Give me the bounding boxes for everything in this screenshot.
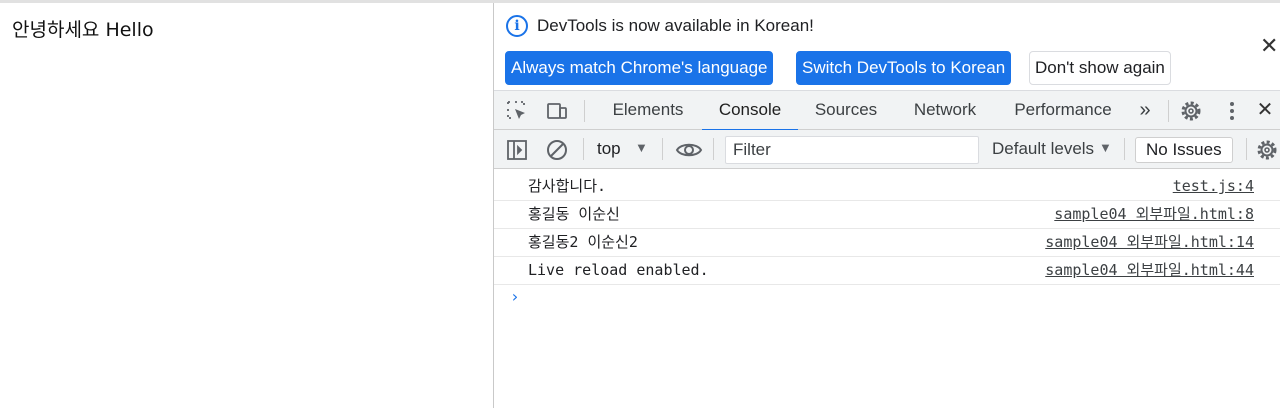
console-message: 홍길동 이순신 sample04 외부파일.html:8 xyxy=(494,201,1280,229)
tab-elements[interactable]: Elements xyxy=(598,91,698,130)
console-source-link[interactable]: sample04 외부파일.html:8 xyxy=(1054,201,1254,228)
console-message-text: 홍길동 이순신 xyxy=(528,205,620,223)
console-prompt-chevron-icon[interactable]: › xyxy=(510,287,520,306)
inspect-element-icon[interactable] xyxy=(505,99,529,123)
filter-input[interactable]: Filter xyxy=(725,136,979,164)
console-message: Live reload enabled. sample04 외부파일.html:… xyxy=(494,257,1280,285)
console-source-link[interactable]: test.js:4 xyxy=(1173,173,1254,200)
close-icon[interactable]: ✕ xyxy=(1260,35,1278,57)
more-tabs-icon[interactable]: » xyxy=(1132,91,1158,130)
console-settings-gear-icon[interactable] xyxy=(1255,138,1279,162)
tab-sources[interactable]: Sources xyxy=(802,91,890,130)
device-toolbar-icon[interactable] xyxy=(545,99,569,123)
devtools-panel: i DevTools is now available in Korean! ✕… xyxy=(494,3,1280,408)
console-message: 홍길동2 이순신2 sample04 외부파일.html:14 xyxy=(494,229,1280,257)
issues-button[interactable]: No Issues xyxy=(1135,137,1233,163)
context-selector[interactable]: top xyxy=(597,130,621,168)
console-message: 감사합니다. test.js:4 xyxy=(494,173,1280,201)
tab-console[interactable]: Console xyxy=(702,91,798,131)
always-match-language-button[interactable]: Always match Chrome's language xyxy=(505,51,774,85)
live-expression-eye-icon[interactable] xyxy=(675,138,703,162)
console-message-text: 감사합니다. xyxy=(528,177,607,195)
dont-show-again-button[interactable]: Don't show again xyxy=(1029,51,1171,85)
page-viewport: 안녕하세요 Hello xyxy=(0,3,493,408)
log-levels-dropdown[interactable]: Default levels xyxy=(992,130,1094,168)
infobar-message: DevTools is now available in Korean! xyxy=(537,16,814,35)
console-toolbar: top ▼ Filter Default levels ▼ No Issues xyxy=(494,130,1280,169)
close-devtools-icon[interactable]: ✕ xyxy=(1254,91,1276,130)
chevron-down-icon: ▼ xyxy=(1099,140,1112,155)
sidebar-toggle-icon[interactable] xyxy=(505,138,529,162)
toolbar-separator xyxy=(713,138,714,160)
tabbar-separator xyxy=(584,100,585,122)
console-message-text: 홍길동2 이순신2 xyxy=(528,233,638,251)
tab-network[interactable]: Network xyxy=(899,91,991,130)
console-source-link[interactable]: sample04 외부파일.html:14 xyxy=(1045,229,1254,256)
console-output: 감사합니다. test.js:4 홍길동 이순신 sample04 외부파일.h… xyxy=(494,170,1280,408)
language-infobar: i DevTools is now available in Korean! ✕… xyxy=(494,3,1280,90)
switch-to-korean-button[interactable]: Switch DevTools to Korean xyxy=(796,51,1012,85)
devtools-tabbar: Elements Console Sources Network Perform… xyxy=(494,90,1280,131)
toolbar-separator xyxy=(1124,138,1125,160)
tab-performance[interactable]: Performance xyxy=(1004,91,1122,130)
toolbar-separator xyxy=(583,138,584,160)
more-options-icon[interactable] xyxy=(1220,99,1244,123)
toolbar-separator xyxy=(1246,138,1247,160)
info-icon: i xyxy=(506,15,528,37)
chevron-down-icon: ▼ xyxy=(635,140,648,155)
console-source-link[interactable]: sample04 외부파일.html:44 xyxy=(1045,257,1254,284)
clear-console-icon[interactable] xyxy=(545,138,569,162)
console-message-text: Live reload enabled. xyxy=(528,261,709,279)
toolbar-separator xyxy=(662,138,663,160)
tabbar-separator xyxy=(1168,100,1169,122)
page-text: 안녕하세요 Hello xyxy=(12,19,154,41)
settings-gear-icon[interactable] xyxy=(1179,99,1203,123)
